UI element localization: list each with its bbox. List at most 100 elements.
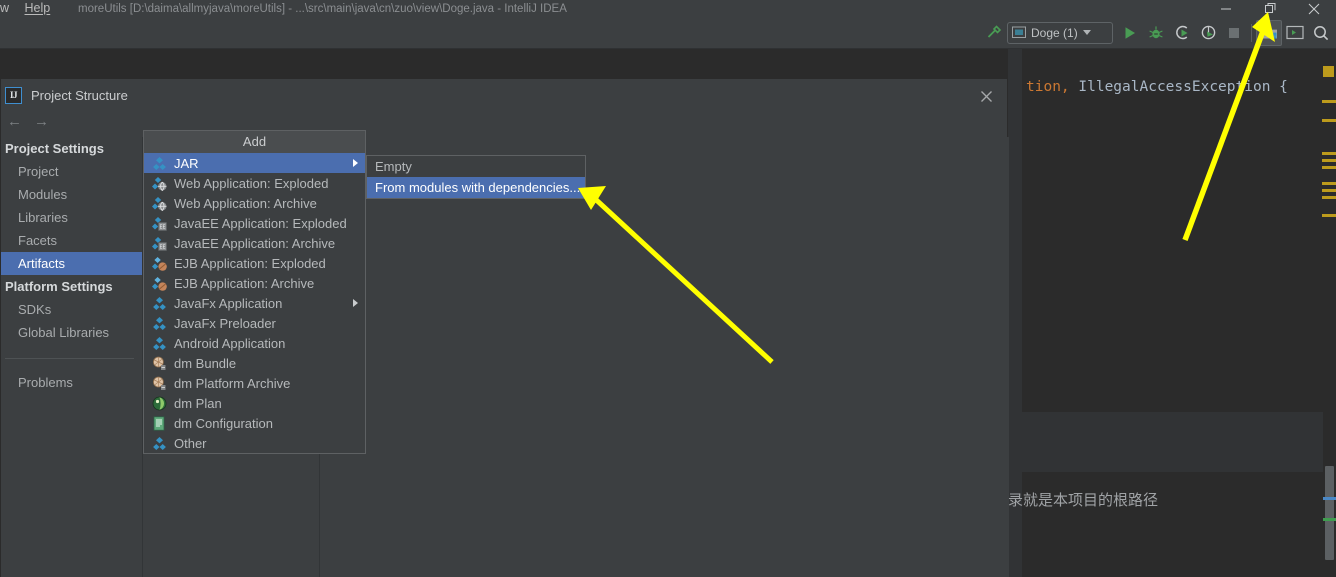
add-menu-item-android-application[interactable]: Android Application: [144, 333, 365, 353]
add-menu-item-label: Web Application: Exploded: [174, 175, 329, 191]
jar-submenu-item-empty[interactable]: Empty: [367, 156, 585, 177]
android-app-icon: [152, 336, 167, 351]
jar-submenu: Empty From modules with dependencies...: [366, 155, 586, 199]
sidebar-separator: [5, 358, 134, 359]
ide-title-bar: w Help moreUtils [D:\daima\allmyjava\mor…: [0, 0, 1336, 17]
add-artifact-menu: Add JAR Web Application: Exploded Web Ap…: [143, 130, 366, 454]
window-controls: [1204, 0, 1336, 17]
add-menu-item-jar[interactable]: JAR: [144, 153, 365, 173]
marker-warning-block[interactable]: [1323, 66, 1334, 77]
add-menu-item-javaee-application-exploded[interactable]: EE JavaEE Application: Exploded: [144, 213, 365, 233]
sidebar-item-project[interactable]: Project: [1, 160, 142, 183]
sidebar-item-sdks[interactable]: SDKs: [1, 298, 142, 321]
editor-marker-bar[interactable]: [1322, 49, 1336, 577]
sidebar-item-modules[interactable]: Modules: [1, 183, 142, 206]
add-menu-item-label: Android Application: [174, 335, 286, 351]
run-configuration-selector[interactable]: IJ Doge (1): [1007, 21, 1113, 44]
add-menu-item-dm-configuration[interactable]: dm Configuration: [144, 413, 365, 433]
sidebar-item-libraries[interactable]: Libraries: [1, 206, 142, 229]
javaee-exploded-icon: EE: [152, 216, 167, 231]
add-menu-item-other[interactable]: Other: [144, 433, 365, 453]
add-menu-item-javafx-preloader[interactable]: JavaFx Preloader: [144, 313, 365, 333]
add-menu-item-dm-plan[interactable]: dm Plan: [144, 393, 365, 413]
editor-highlight-strip: [1022, 412, 1336, 472]
add-menu-item-label: JavaEE Application: Exploded: [174, 215, 347, 231]
sidebar-item-artifacts[interactable]: Artifacts: [1, 252, 142, 275]
dm-bundle-icon: [152, 356, 167, 371]
add-menu-item-web-application-exploded[interactable]: Web Application: Exploded: [144, 173, 365, 193]
sidebar-item-facets[interactable]: Facets: [1, 229, 142, 252]
sidebar-item-problems[interactable]: Problems: [1, 371, 142, 394]
add-menu-header: Add: [144, 131, 365, 153]
jar-artifact-icon: [152, 156, 167, 171]
add-menu-item-label: Other: [174, 435, 207, 451]
debug-icon[interactable]: [1143, 20, 1169, 46]
jar-submenu-item-from-modules-with-dependencies[interactable]: From modules with dependencies...: [367, 177, 585, 198]
jar-submenu-items: Empty From modules with dependencies...: [367, 156, 585, 198]
stop-icon[interactable]: [1221, 20, 1247, 46]
marker-line-9[interactable]: [1322, 214, 1336, 217]
run-config-app-icon: [1012, 26, 1026, 39]
marker-line-2[interactable]: [1322, 119, 1336, 122]
add-menu-item-ejb-application-exploded[interactable]: EJB Application: Exploded: [144, 253, 365, 273]
dm-platform-archive-icon: [152, 376, 167, 391]
marker-line-7[interactable]: [1322, 189, 1336, 192]
submenu-arrow-icon: [353, 159, 358, 167]
add-menu-item-web-application-archive[interactable]: Web Application: Archive: [144, 193, 365, 213]
project-structure-icon[interactable]: [1256, 19, 1282, 46]
sidebar-item-global-libraries[interactable]: Global Libraries: [1, 321, 142, 344]
editor-chinese-comment: 录就是本项目的根路径: [1008, 492, 1159, 509]
marker-line-5[interactable]: [1322, 166, 1336, 169]
editor-scrollbar-thumb[interactable]: [1325, 466, 1334, 560]
marker-line-6[interactable]: [1322, 182, 1336, 185]
menu-item-help[interactable]: Help: [25, 1, 51, 15]
screen: w Help moreUtils [D:\daima\allmyjava\mor…: [0, 0, 1336, 577]
dialog-sidebar: Project Settings Project Modules Libraries F…: [1, 137, 143, 577]
submenu-arrow-icon: [353, 299, 358, 307]
dm-plan-icon: [152, 396, 167, 411]
dialog-close-button[interactable]: [977, 87, 995, 105]
javafx-app-icon: [152, 296, 167, 311]
terminal-icon[interactable]: [1282, 20, 1308, 46]
add-menu-item-label: JavaFx Application: [174, 295, 283, 311]
marker-line-8[interactable]: [1322, 196, 1336, 199]
web-exploded-icon: [152, 176, 167, 191]
add-menu-item-ejb-application-archive[interactable]: EJB Application: Archive: [144, 273, 365, 293]
marker-line-4[interactable]: [1322, 159, 1336, 162]
chevron-down-icon: [1082, 30, 1091, 35]
add-menu-item-javafx-application[interactable]: JavaFx Application: [144, 293, 365, 313]
search-icon[interactable]: [1308, 20, 1334, 46]
add-menu-item-label: dm Bundle: [174, 355, 237, 371]
ide-toolbar-right-group: IJ Doge (1): [981, 17, 1334, 48]
code-token-prefix: tion,: [1026, 79, 1070, 95]
forward-arrow-icon[interactable]: →: [34, 114, 49, 129]
other-artifact-icon: [152, 436, 167, 451]
marker-changed-blue[interactable]: [1323, 497, 1336, 500]
add-menu-item-dm-bundle[interactable]: dm Bundle: [144, 353, 365, 373]
run-icon[interactable]: [1117, 20, 1143, 46]
maximize-button[interactable]: [1248, 0, 1292, 17]
ejb-archive-icon: [152, 276, 167, 291]
profile-icon[interactable]: [1195, 20, 1221, 46]
add-menu-item-label: EJB Application: Archive: [174, 275, 315, 291]
hammer-build-icon[interactable]: [981, 20, 1007, 46]
toolbar-separator-1: [1251, 23, 1252, 42]
add-menu-item-label: dm Plan: [174, 395, 222, 411]
close-button[interactable]: [1292, 0, 1336, 17]
add-menu-item-javaee-application-archive[interactable]: EE JavaEE Application: Archive: [144, 233, 365, 253]
code-line-signature: tion, IllegalAccessException {: [1026, 79, 1288, 95]
code-editor[interactable]: tion, IllegalAccessException { 录就是本项目的根路…: [1008, 49, 1336, 577]
code-token-brace: {: [1279, 79, 1288, 95]
marker-line-1[interactable]: [1322, 100, 1336, 103]
dialog-title: Project Structure: [31, 87, 128, 103]
run-coverage-icon[interactable]: [1169, 20, 1195, 46]
menu-item-view-partial[interactable]: w: [0, 1, 9, 15]
run-configuration-name: Doge (1): [1031, 25, 1078, 40]
add-menu-item-dm-platform-archive[interactable]: dm Platform Archive: [144, 373, 365, 393]
back-arrow-icon[interactable]: ←: [7, 114, 22, 129]
dm-configuration-icon: [152, 415, 167, 431]
marker-line-3[interactable]: [1322, 152, 1336, 155]
dialog-title-bar: IJ Project Structure: [1, 79, 1009, 111]
minimize-button[interactable]: [1204, 0, 1248, 17]
marker-added-green[interactable]: [1323, 518, 1336, 521]
